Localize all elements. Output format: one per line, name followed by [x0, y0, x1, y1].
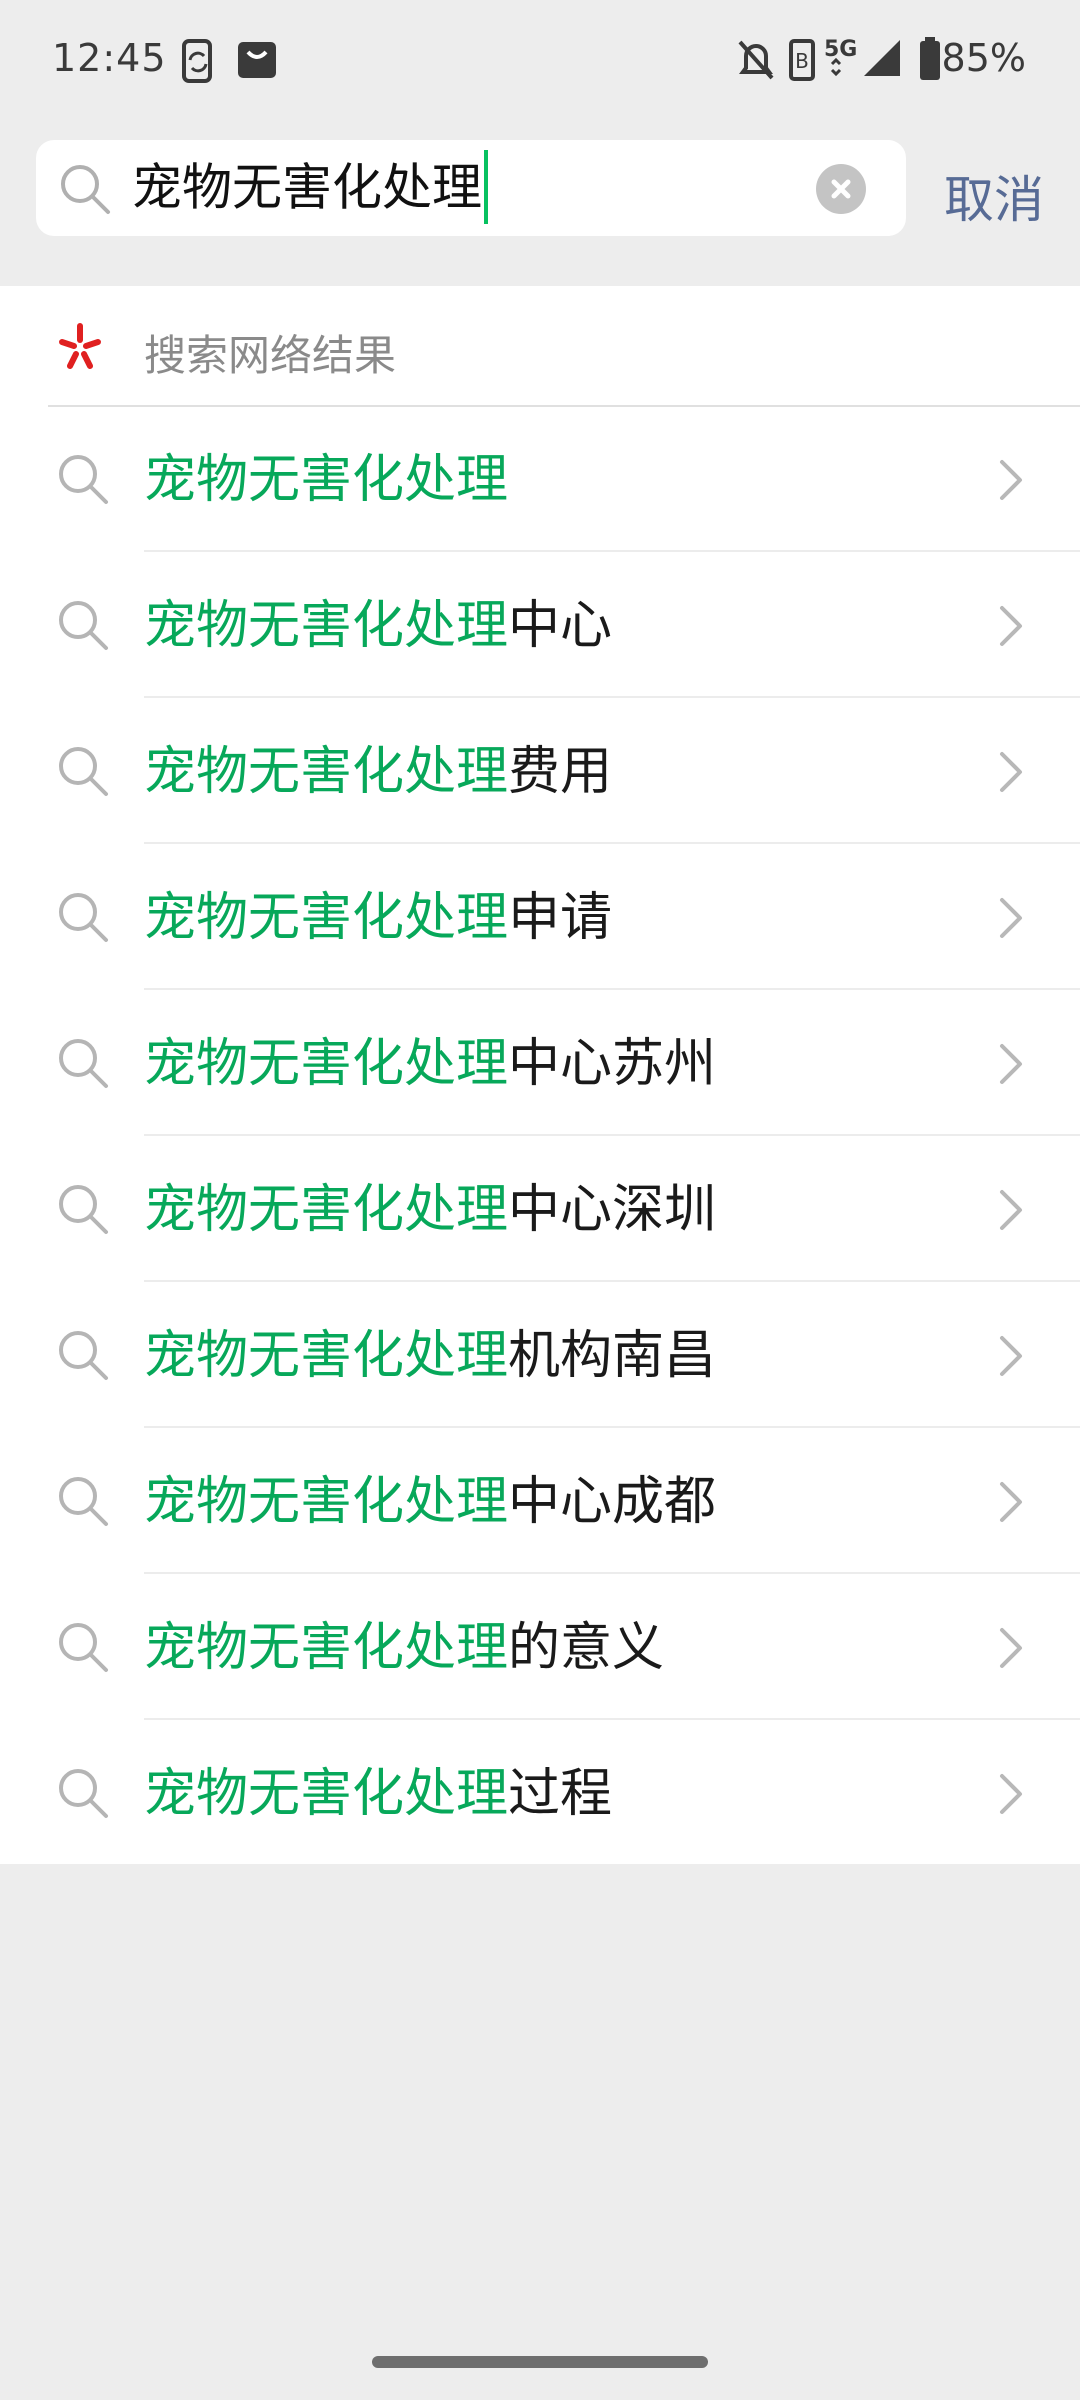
search-icon [56, 452, 110, 510]
chevron-right-icon [996, 458, 1026, 506]
chevron-right-icon [996, 896, 1026, 944]
suggestion-rest-text: 中心深圳 [508, 1180, 717, 1240]
suggestion-rest-text: 申请 [508, 888, 613, 948]
bag-icon [236, 38, 278, 86]
search-icon [56, 1766, 110, 1824]
search-icon [56, 744, 110, 802]
suggestion-text: 宠物无害化处理的意义 [144, 1618, 664, 1678]
suggestion-match-text: 宠物无害化处理 [144, 1764, 509, 1824]
search-icon [56, 598, 110, 656]
bell-off-icon [736, 38, 776, 86]
web-search-label: 搜索网络结果 [144, 331, 397, 380]
suggestion-text: 宠物无害化处理中心深圳 [144, 1180, 716, 1240]
battery-level: 85% [941, 36, 1026, 80]
chevron-right-icon [996, 1334, 1026, 1382]
suggestion-match-text: 宠物无害化处理 [144, 1180, 509, 1240]
suggestion-row[interactable]: 宠物无害化处理费用 [0, 698, 1080, 844]
suggestion-match-text: 宠物无害化处理 [144, 742, 509, 802]
svg-text:5G: 5G [824, 37, 857, 62]
suggestion-text: 宠物无害化处理申请 [144, 888, 612, 948]
suggestion-rest-text: 的意义 [508, 1618, 665, 1678]
suggestion-match-text: 宠物无害化处理 [144, 450, 509, 510]
search-icon [56, 1328, 110, 1386]
search-icon [56, 890, 110, 948]
network-5g-icon: 5G [824, 36, 860, 86]
phone-sync-icon [178, 38, 218, 90]
suggestion-row[interactable]: 宠物无害化处理中心成都 [0, 1428, 1080, 1574]
suggestion-rest-text: 过程 [508, 1764, 613, 1824]
suggestion-match-text: 宠物无害化处理 [144, 888, 509, 948]
suggestion-row[interactable]: 宠物无害化处理机构南昌 [0, 1282, 1080, 1428]
suggestion-text: 宠物无害化处理中心 [144, 596, 612, 656]
suggestion-text: 宠物无害化处理中心成都 [144, 1472, 716, 1532]
suggestion-rest-text: 中心成都 [508, 1472, 717, 1532]
chevron-right-icon [996, 1772, 1026, 1820]
search-icon [56, 1182, 110, 1240]
suggestion-text: 宠物无害化处理 [144, 450, 508, 510]
search-icon [56, 1620, 110, 1678]
suggestion-match-text: 宠物无害化处理 [144, 1472, 509, 1532]
close-icon [831, 179, 851, 199]
suggestion-row[interactable]: 宠物无害化处理的意义 [0, 1574, 1080, 1720]
chevron-right-icon [996, 1626, 1026, 1674]
suggestion-list: 宠物无害化处理 宠物无害化处理中心 宠物无害化处理费用 宠物无害化处理申请 宠物无害化处… [0, 406, 1080, 1866]
suggestion-text: 宠物无害化处理费用 [144, 742, 612, 802]
chevron-right-icon [996, 1188, 1026, 1236]
suggestion-row[interactable]: 宠物无害化处理过程 [0, 1720, 1080, 1866]
suggestion-rest-text: 机构南昌 [508, 1326, 717, 1386]
suggestion-rest-text: 费用 [508, 742, 613, 802]
status-bar: 12:45 B 5G 85% [0, 0, 1080, 128]
svg-text:B: B [795, 49, 809, 73]
suggestion-rest-text: 中心苏州 [508, 1034, 717, 1094]
search-input[interactable]: 宠物无害化处理 [132, 150, 488, 224]
suggestion-row[interactable]: 宠物无害化处理 [0, 406, 1080, 552]
signal-icon [862, 38, 902, 82]
suggestion-row[interactable]: 宠物无害化处理中心 [0, 552, 1080, 698]
clear-button[interactable] [816, 164, 866, 214]
suggestion-row[interactable]: 宠物无害化处理中心深圳 [0, 1136, 1080, 1282]
suggestion-row[interactable]: 宠物无害化处理申请 [0, 844, 1080, 990]
suggestion-text: 宠物无害化处理机构南昌 [144, 1326, 716, 1386]
cancel-button[interactable]: 取消 [944, 160, 1044, 232]
text-caret [484, 150, 488, 224]
home-indicator[interactable] [372, 2356, 708, 2368]
search-icon [58, 162, 112, 220]
search-icon [56, 1036, 110, 1094]
suggestion-match-text: 宠物无害化处理 [144, 596, 509, 656]
suggestion-text: 宠物无害化处理中心苏州 [144, 1034, 716, 1094]
search-results: 搜索网络结果 宠物无害化处理 宠物无害化处理中心 宠物无害化处理费用 宠物无害化处理申… [0, 286, 1080, 1864]
status-time: 12:45 [52, 36, 167, 80]
suggestion-row[interactable]: 宠物无害化处理中心苏州 [0, 990, 1080, 1136]
battery-icon [918, 36, 942, 86]
web-search-row[interactable]: 搜索网络结果 [0, 286, 1080, 407]
suggestion-match-text: 宠物无害化处理 [144, 1618, 509, 1678]
suggestion-rest-text: 中心 [508, 596, 613, 656]
sim-icon: B [788, 38, 818, 86]
suggestion-text: 宠物无害化处理过程 [144, 1764, 612, 1824]
chevron-right-icon [996, 750, 1026, 798]
search-icon [56, 1474, 110, 1532]
chevron-right-icon [996, 1480, 1026, 1528]
web-search-logo-icon [56, 322, 104, 374]
chevron-right-icon [996, 1042, 1026, 1090]
search-query-text: 宠物无害化处理 [132, 158, 482, 217]
search-box[interactable]: 宠物无害化处理 [36, 140, 906, 236]
chevron-right-icon [996, 604, 1026, 652]
suggestion-match-text: 宠物无害化处理 [144, 1034, 509, 1094]
suggestion-match-text: 宠物无害化处理 [144, 1326, 509, 1386]
